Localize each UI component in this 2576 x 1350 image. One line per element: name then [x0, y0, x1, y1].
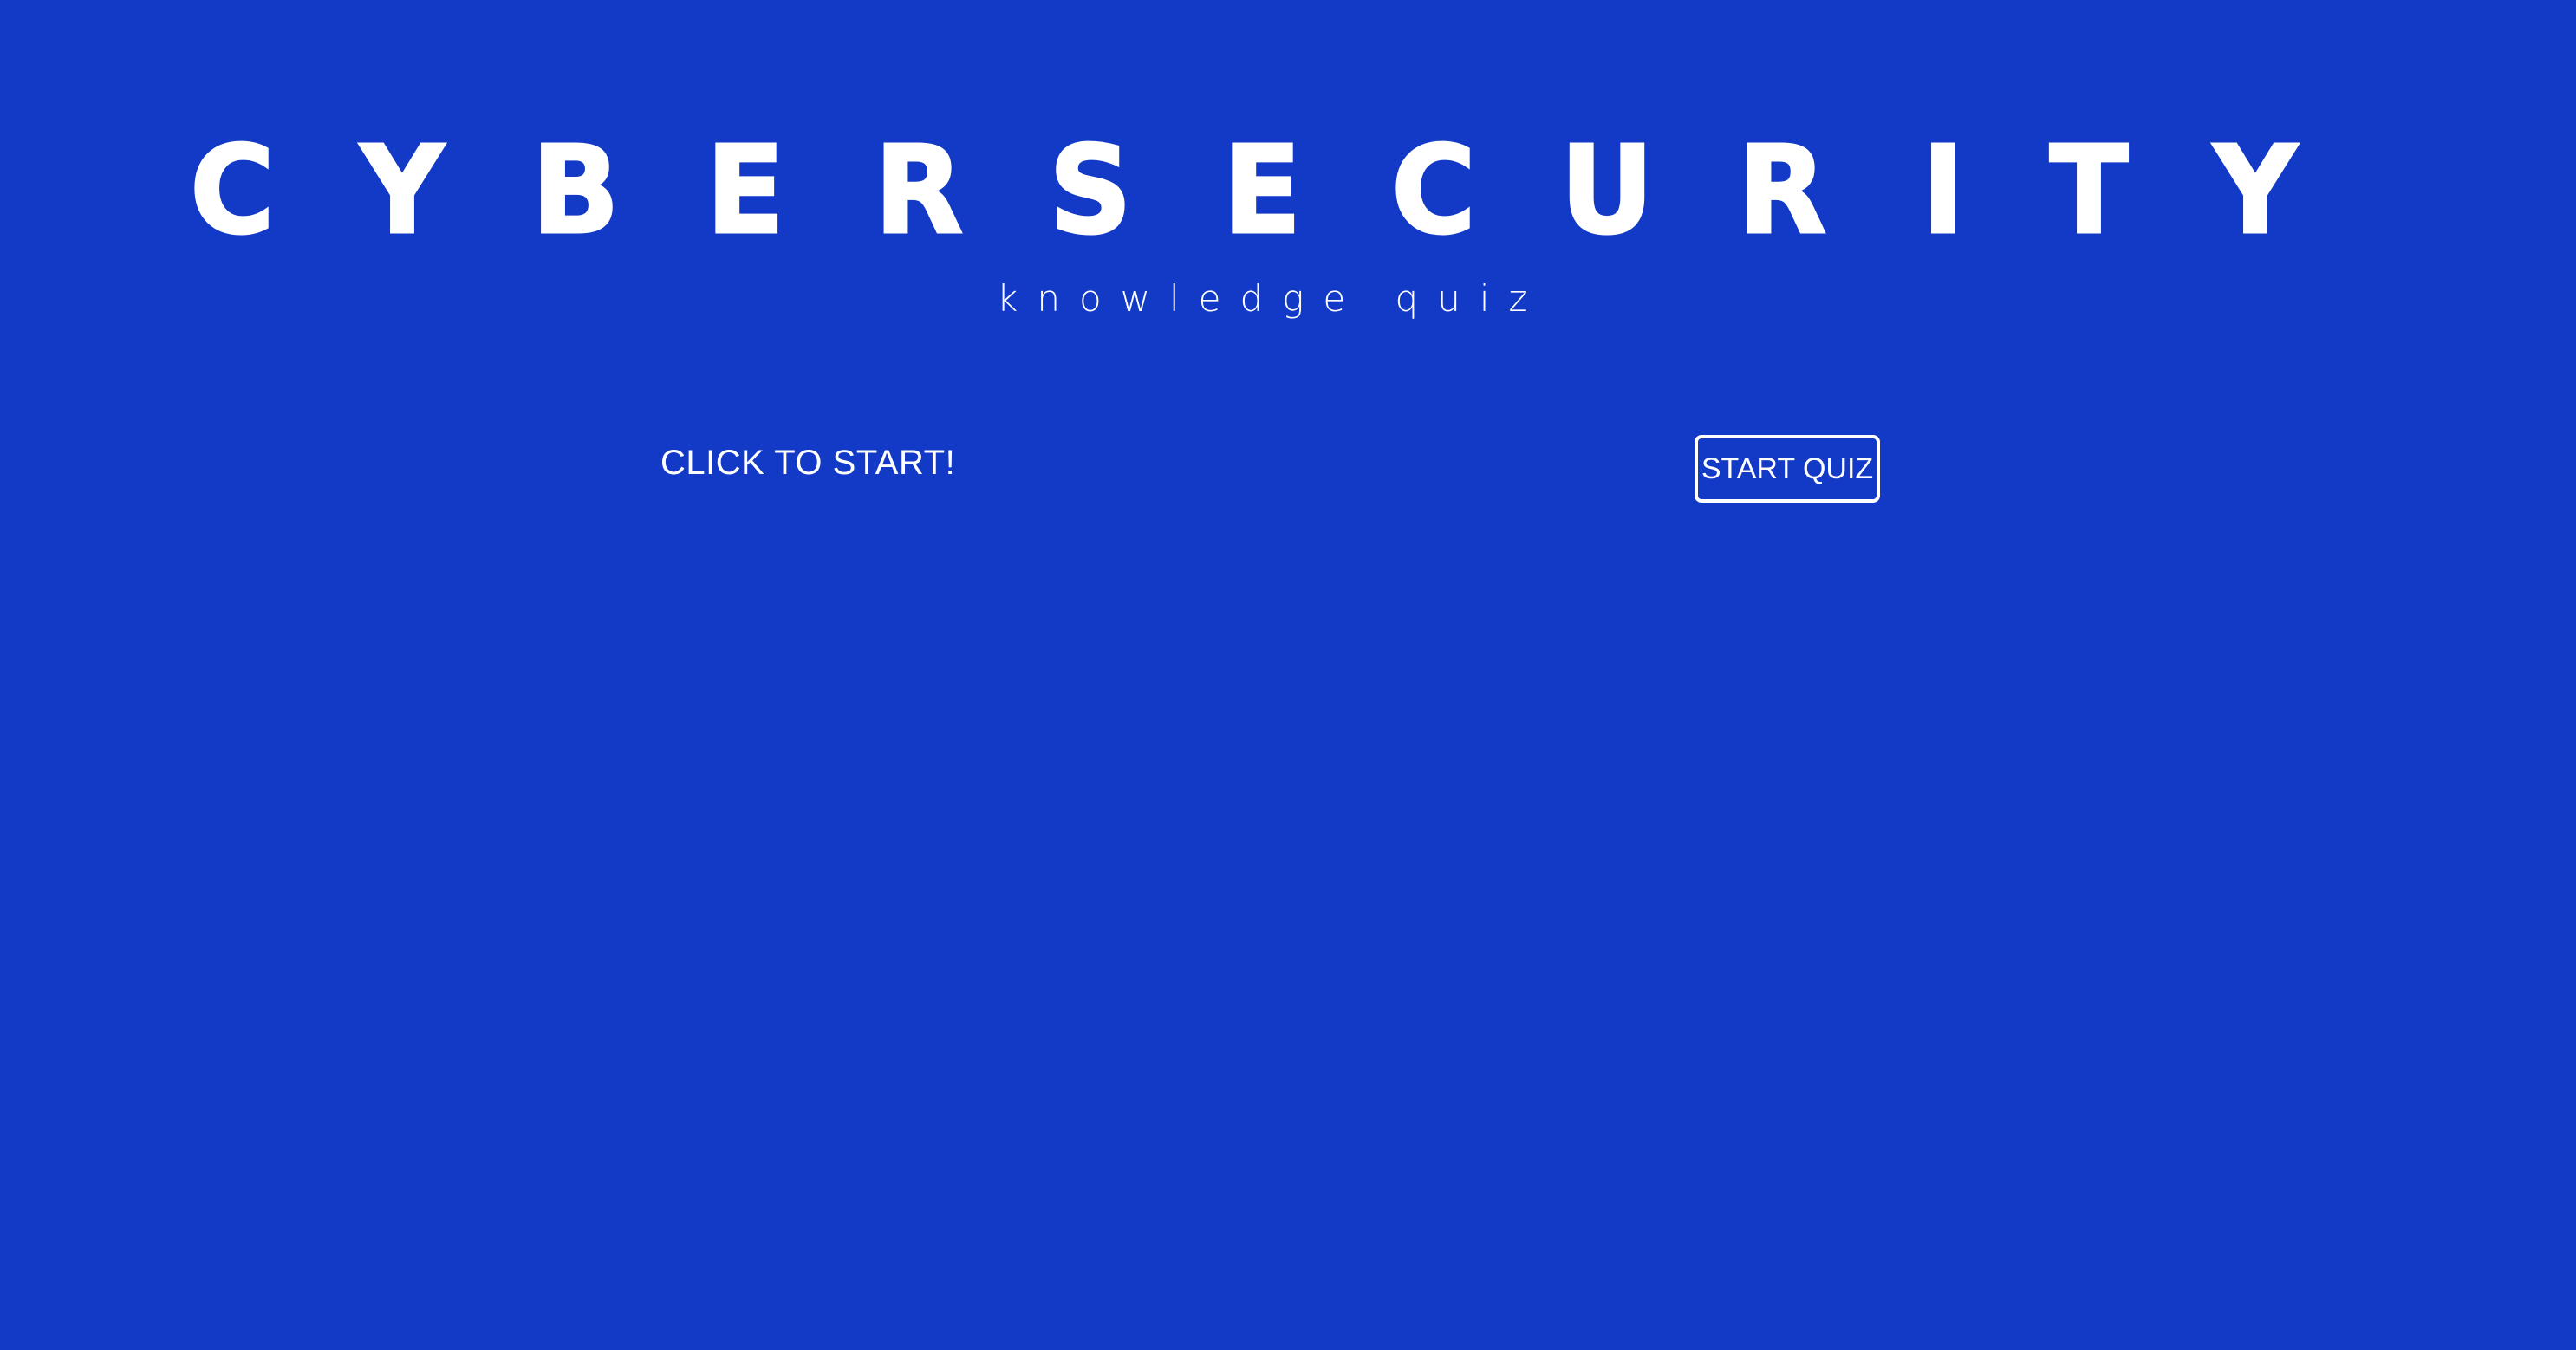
title-letter: Y	[2212, 120, 2298, 262]
page-title: C Y B E R S E C U R I T Y	[0, 120, 2576, 262]
start-prompt: CLICK TO START!	[660, 444, 956, 482]
start-quiz-button[interactable]: START QUIZ	[1695, 435, 1880, 503]
page-subtitle: knowledge quiz	[997, 277, 1547, 320]
title-letter: C	[189, 120, 276, 262]
title-letter: U	[1559, 120, 1656, 262]
title-letter: I	[1921, 120, 1966, 262]
title-letter: R	[1736, 120, 1827, 262]
title-letter: B	[530, 120, 621, 262]
quiz-start-page: C Y B E R S E C U R I T Y knowledge quiz…	[0, 0, 2576, 1350]
title-letter: T	[2048, 120, 2130, 262]
title-letter: E	[705, 120, 786, 262]
title-letter: S	[1048, 120, 1134, 262]
title-letter: R	[873, 120, 964, 262]
title-letter: Y	[359, 120, 445, 262]
title-letter: E	[1221, 120, 1303, 262]
title-letter: C	[1390, 120, 1477, 262]
